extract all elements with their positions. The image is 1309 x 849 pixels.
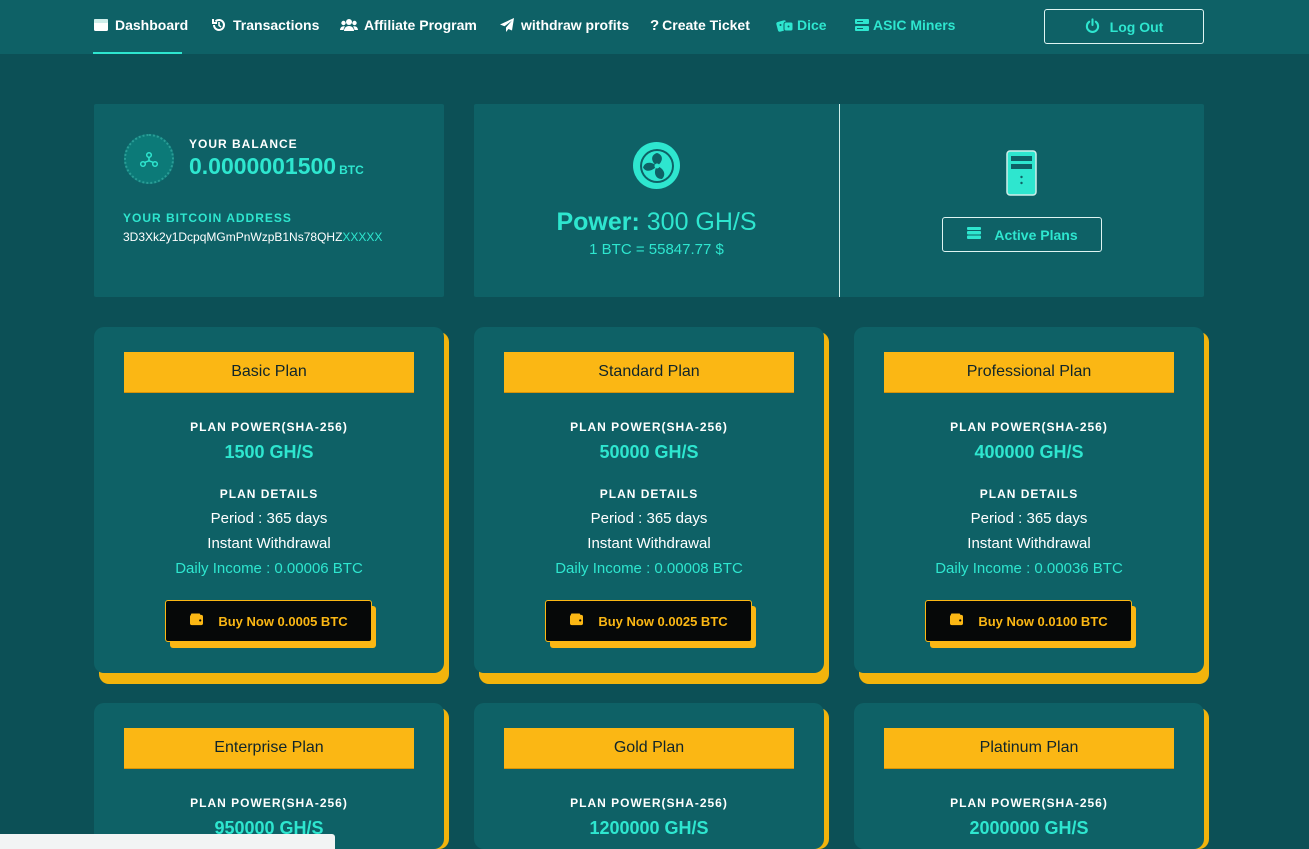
plan-power-label: PLAN POWER(SHA-256) [190,420,348,434]
power-icon [1085,17,1100,36]
buy-now-button[interactable]: Buy Now 0.0100 BTC [925,600,1132,642]
wallet-icon [966,226,982,243]
question-icon: ? [650,16,660,34]
users-icon [340,17,358,33]
fan-icon [633,142,680,189]
nav-item-label: Affiliate Program [364,17,477,33]
wallet-icon [189,613,204,629]
plan-details-label: PLAN DETAILS [599,487,699,501]
nav-item-withdraw-profits[interactable]: withdraw profits [499,0,629,54]
plan-power-value: 400000 GH/S [974,442,1084,462]
plan-power-label: PLAN POWER(SHA-256) [950,420,1108,434]
history-icon [211,17,227,33]
nav-item-label: Dashboard [115,17,189,33]
plan-period: Period : 365 days [590,510,708,527]
miner-icon [1006,150,1037,196]
buy-now-label: Buy Now 0.0005 BTC [218,613,348,629]
buy-now-button[interactable]: Buy Now 0.0005 BTC [165,600,372,642]
panel-divider [839,104,840,297]
plan-title: Enterprise Plan [124,728,414,769]
dice-icon [776,17,794,33]
active-plans-button[interactable]: Active Plans [942,217,1102,252]
nav-item-label: Create Ticket [662,17,750,33]
plan-power-label: PLAN POWER(SHA-256) [190,796,348,810]
plan-title: Professional Plan [884,352,1174,393]
nav-item-asic-miners[interactable]: ASIC Miners [854,0,955,54]
logout-label: Log Out [1109,18,1164,35]
plan-period: Period : 365 days [970,510,1088,527]
plan-title: Standard Plan [504,352,794,393]
nav-item-label: Transactions [233,17,320,33]
plan-power-label: PLAN POWER(SHA-256) [950,796,1108,810]
plan-details-label: PLAN DETAILS [979,487,1079,501]
top-navigation-bar: Dashboard Transactions Affiliate Program… [0,0,1309,54]
buy-now-label: Buy Now 0.0100 BTC [978,613,1108,629]
buy-now-button[interactable]: Buy Now 0.0025 BTC [545,600,752,642]
nav-item-dice[interactable]: Dice [776,0,827,54]
power-value: 300 GH/S [646,208,757,236]
nav-item-transactions[interactable]: Transactions [211,0,319,54]
server-icon [854,17,870,33]
balance-value: 0.0000001500 BTC [189,153,364,180]
plan-daily-income: Daily Income : 0.00008 BTC [555,560,743,577]
dashboard-icon [93,17,109,33]
plan-power-value: 1500 GH/S [224,442,314,462]
plan-title: Gold Plan [504,728,794,769]
buy-now-label: Buy Now 0.0025 BTC [598,613,728,629]
plan-power-label: PLAN POWER(SHA-256) [570,420,728,434]
wallet-icon [569,613,584,629]
balance-panel [94,104,444,297]
wallet-icon [949,613,964,629]
bitcoin-address-value: 3D3Xk2y1DcpqMGmPnWzpB1Ns78QHZXXXXX [123,230,382,244]
active-plans-label: Active Plans [994,226,1078,243]
nav-item-label: withdraw profits [521,17,630,33]
power-label: Power: [556,208,640,236]
btc-rate: 1 BTC = 55847.77 $ [589,241,724,258]
power-display: Power: 300 GH/S [474,208,839,237]
nav-item-label: Dice [797,17,827,33]
logout-button[interactable]: Log Out [1044,9,1204,44]
nav-item-affiliate-program[interactable]: Affiliate Program [340,0,477,54]
address-masked: XXXXX [342,230,383,244]
balance-unit: BTC [339,163,364,177]
plan-title: Basic Plan [124,352,414,393]
plan-withdrawal: Instant Withdrawal [967,535,1091,552]
plan-power-value: 50000 GH/S [599,442,699,462]
plan-period: Period : 365 days [210,510,328,527]
nav-item-create-ticket[interactable]: ? Create Ticket [650,0,750,54]
bottom-popup-edge [0,834,335,849]
nav-item-label: ASIC Miners [873,17,956,33]
plan-daily-income: Daily Income : 0.00036 BTC [935,560,1123,577]
plan-power-value: 1200000 GH/S [589,818,709,838]
balance-label: YOUR BALANCE [189,137,298,151]
plan-withdrawal: Instant Withdrawal [207,535,331,552]
plan-title: Platinum Plan [884,728,1174,769]
plan-daily-income: Daily Income : 0.00006 BTC [175,560,363,577]
plan-power-value: 2000000 GH/S [969,818,1089,838]
bitcoin-address-label: YOUR BITCOIN ADDRESS [123,211,292,225]
plan-details-label: PLAN DETAILS [219,487,319,501]
plan-withdrawal: Instant Withdrawal [587,535,711,552]
plan-power-label: PLAN POWER(SHA-256) [570,796,728,810]
address-visible: 3D3Xk2y1DcpqMGmPnWzpB1Ns78QHZ [123,230,343,244]
balance-amount: 0.0000001500 [189,153,337,179]
network-icon [124,134,174,184]
paper-plane-icon [499,17,515,33]
nav-item-dashboard[interactable]: Dashboard [93,0,188,54]
